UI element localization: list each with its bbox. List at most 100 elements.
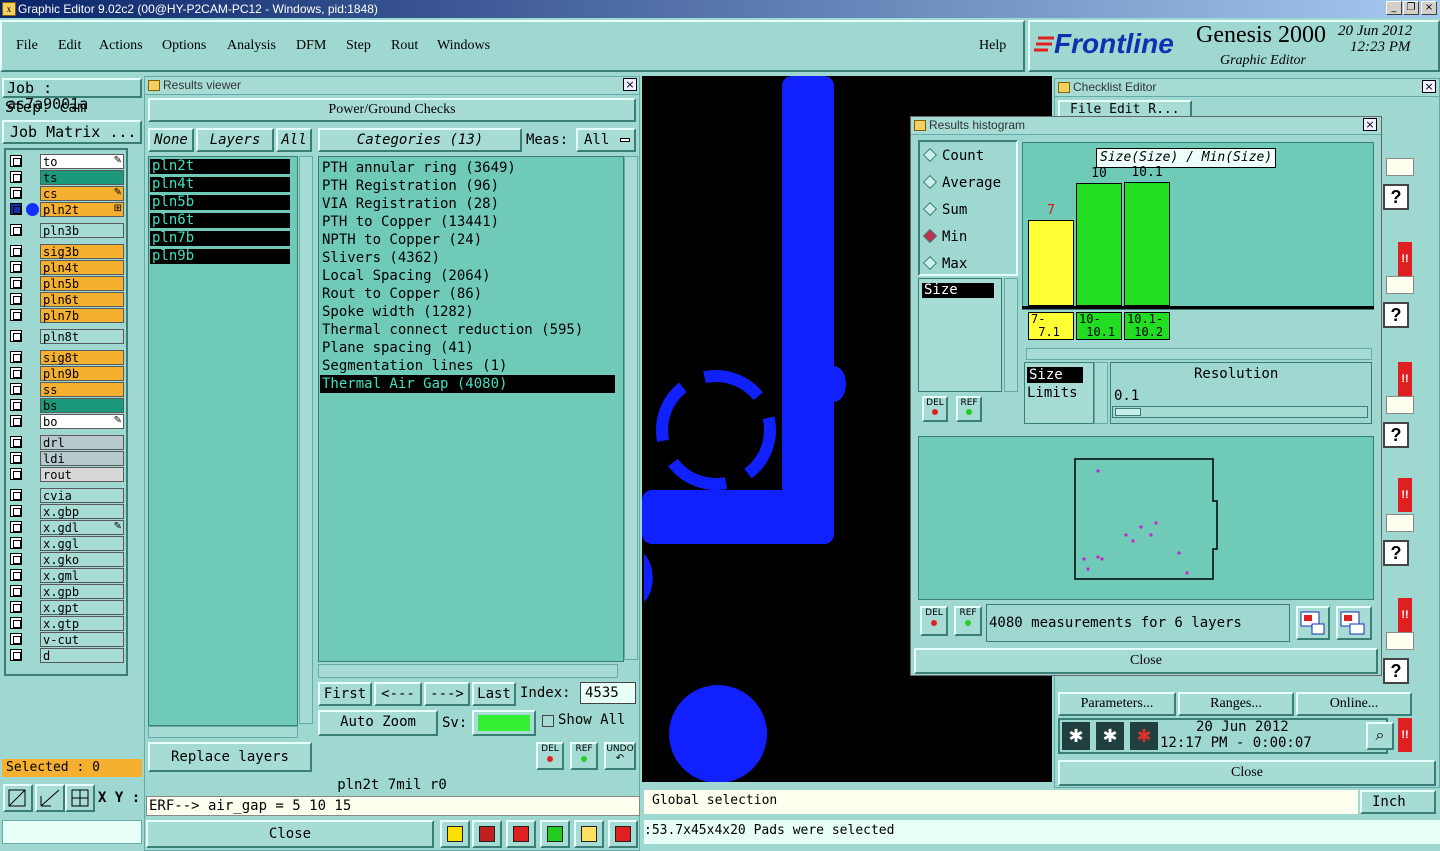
error-status-icon[interactable]: !! bbox=[1398, 362, 1412, 396]
layer-name[interactable]: pln3b bbox=[40, 223, 124, 238]
mode-label-sum[interactable]: Sum bbox=[942, 202, 967, 218]
run-icon[interactable]: ✱ bbox=[1062, 722, 1090, 750]
checklist-close-button[interactable]: Close bbox=[1058, 760, 1436, 786]
results-viewer-close-icon[interactable]: × bbox=[623, 78, 637, 91]
histogram-icon[interactable] bbox=[608, 820, 638, 848]
rv-undo-button[interactable]: UNDO ↶ bbox=[604, 742, 636, 770]
category-item[interactable]: Local Spacing (2064) bbox=[320, 267, 615, 285]
hist-ref-button[interactable]: REF bbox=[956, 396, 982, 422]
next-button[interactable]: ---> bbox=[424, 682, 470, 706]
layer-name[interactable]: cvia bbox=[40, 488, 124, 503]
layers-all-button[interactable]: All bbox=[276, 128, 312, 152]
layer-row-pln6t[interactable]: pln6t bbox=[8, 292, 124, 307]
severity-dropdown[interactable] bbox=[472, 710, 536, 736]
menu-edit[interactable]: Edit bbox=[58, 38, 81, 54]
grid-icon[interactable] bbox=[65, 784, 95, 812]
error-status-icon[interactable]: !! bbox=[1398, 478, 1412, 512]
layer-row-bs[interactable]: bs bbox=[8, 398, 124, 413]
layer-row-x.gdl[interactable]: x.gdl ✎ bbox=[8, 520, 124, 535]
layer-name[interactable]: x.gtp bbox=[40, 616, 124, 631]
error-status-icon[interactable]: !! bbox=[1398, 718, 1412, 752]
result-layer-item[interactable]: pln9b bbox=[150, 249, 290, 264]
resolution-slider-handle[interactable] bbox=[1115, 408, 1141, 416]
layer-checkbox[interactable] bbox=[10, 468, 22, 480]
show-all-checkbox[interactable] bbox=[542, 715, 554, 727]
layer-row-d[interactable]: d bbox=[8, 648, 124, 663]
report-icon[interactable] bbox=[574, 820, 604, 848]
exit-icon[interactable] bbox=[472, 820, 502, 848]
preview-del-button[interactable]: DEL bbox=[920, 606, 948, 636]
last-button[interactable]: Last bbox=[472, 682, 516, 706]
layer-checkbox[interactable] bbox=[10, 633, 22, 645]
layer-name[interactable]: pln6t bbox=[40, 292, 124, 307]
category-item[interactable]: VIA Registration (28) bbox=[320, 195, 615, 213]
zoom-fit-icon[interactable] bbox=[3, 784, 33, 812]
menu-rout[interactable]: Rout bbox=[391, 38, 418, 54]
layer-name[interactable]: x.gml bbox=[40, 568, 124, 583]
layer-name[interactable]: x.gko bbox=[40, 552, 124, 567]
checklist-close-icon[interactable]: × bbox=[1422, 80, 1436, 93]
layer-checkbox[interactable] bbox=[10, 415, 22, 427]
layer-row-bo[interactable]: bo ✎ bbox=[8, 414, 124, 429]
layer-name[interactable]: sig8t bbox=[40, 350, 124, 365]
layer-checkbox[interactable] bbox=[10, 171, 22, 183]
zoom-icon[interactable]: ⌕ bbox=[1366, 722, 1394, 750]
category-item[interactable]: PTH Registration (96) bbox=[320, 177, 615, 195]
layer-row-pln3b[interactable]: pln3b bbox=[8, 223, 124, 238]
rv-close-button[interactable]: Close bbox=[146, 820, 434, 848]
layer-name[interactable]: pln7b bbox=[40, 308, 124, 323]
layer-name[interactable]: to bbox=[40, 154, 124, 169]
layer-name[interactable]: pln4t bbox=[40, 260, 124, 275]
histogram-bar[interactable] bbox=[1124, 182, 1170, 306]
mode-label-average[interactable]: Average bbox=[942, 175, 1001, 191]
count-icon[interactable] bbox=[540, 820, 570, 848]
category-item[interactable]: Thermal connect reduction (595) bbox=[320, 321, 615, 339]
result-layer-item[interactable]: pln7b bbox=[150, 231, 290, 246]
layer-checkbox[interactable] bbox=[10, 553, 22, 565]
layer-row-x.gpt[interactable]: x.gpt bbox=[8, 600, 124, 615]
layer-row-ss[interactable]: ss bbox=[8, 382, 124, 397]
res-item-size[interactable]: Size bbox=[1027, 367, 1083, 383]
layer-checkbox[interactable] bbox=[10, 383, 22, 395]
layer-checkbox[interactable] bbox=[10, 155, 22, 167]
menu-dfm[interactable]: DFM bbox=[296, 38, 326, 54]
mode-label-min[interactable]: Min bbox=[942, 229, 967, 245]
rv-ref-button[interactable]: REF bbox=[570, 742, 598, 770]
layers-none-button[interactable]: None bbox=[148, 128, 194, 152]
res-item-limits[interactable]: Limits bbox=[1027, 385, 1078, 401]
layers-hscroll[interactable] bbox=[148, 726, 298, 738]
layer-name[interactable]: v-cut bbox=[40, 632, 124, 647]
layer-row-ldi[interactable]: ldi bbox=[8, 451, 124, 466]
layer-row-cvia[interactable]: cvia bbox=[8, 488, 124, 503]
layer-name[interactable]: sig3b bbox=[40, 244, 124, 259]
layer-checkbox[interactable] bbox=[10, 399, 22, 411]
layer-checkbox[interactable] bbox=[10, 601, 22, 613]
histogram-hscroll[interactable] bbox=[1026, 348, 1372, 360]
layer-row-pln9b[interactable]: pln9b bbox=[8, 366, 124, 381]
histogram-bar[interactable] bbox=[1076, 183, 1122, 306]
layer-name[interactable]: x.ggl bbox=[40, 536, 124, 551]
layer-name[interactable]: pln8t bbox=[40, 329, 124, 344]
layer-row-ts[interactable]: ts bbox=[8, 170, 124, 185]
layer-row-x.ggl[interactable]: x.ggl bbox=[8, 536, 124, 551]
layer-name[interactable]: bs bbox=[40, 398, 124, 413]
prev-button[interactable]: <--- bbox=[374, 682, 422, 706]
layer-checkbox[interactable] bbox=[10, 187, 22, 199]
meas-dropdown[interactable]: All bbox=[576, 128, 636, 152]
layer-name[interactable]: x.gpt bbox=[40, 600, 124, 615]
layer-checkbox[interactable] bbox=[10, 649, 22, 661]
layer-name[interactable]: x.gbp bbox=[40, 504, 124, 519]
layer-checkbox[interactable] bbox=[10, 330, 22, 342]
layer-checkbox[interactable] bbox=[10, 585, 22, 597]
help-question-icon[interactable]: ? bbox=[1383, 658, 1409, 684]
mode-label-max[interactable]: Max bbox=[942, 256, 967, 272]
categories-scrollbar[interactable] bbox=[624, 156, 638, 660]
rv-del-button[interactable]: DEL bbox=[536, 742, 564, 770]
layer-checkbox[interactable] bbox=[10, 293, 22, 305]
layer-name[interactable]: x.gpb bbox=[40, 584, 124, 599]
layer-checkbox[interactable] bbox=[10, 261, 22, 273]
measure-icon[interactable] bbox=[35, 784, 65, 812]
layer-name[interactable]: bo bbox=[40, 414, 124, 429]
help-question-icon[interactable]: ? bbox=[1383, 302, 1409, 328]
help-question-icon[interactable]: ? bbox=[1383, 422, 1409, 448]
